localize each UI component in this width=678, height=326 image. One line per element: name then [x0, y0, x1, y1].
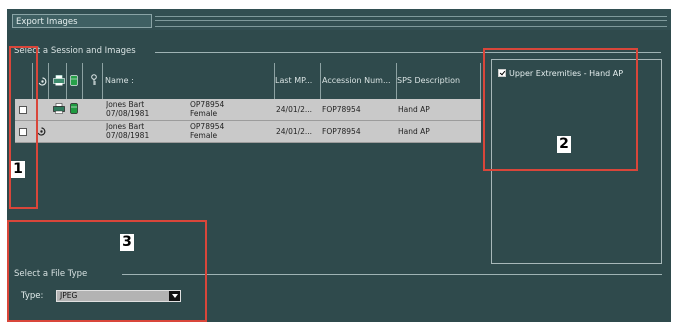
column-header-name[interactable]: Name : [105, 63, 255, 99]
accession-cell: FOP78954 [322, 105, 361, 114]
accession-cell: FOP78954 [322, 127, 361, 136]
burn-status-icon [37, 127, 46, 136]
patient-dob: 07/08/1981 [106, 131, 150, 140]
title-bar: Export Images [7, 9, 671, 30]
column-header-last-mpps[interactable]: Last MP... [275, 63, 319, 99]
print-status-icon [53, 75, 65, 86]
burn-status-icon [38, 77, 47, 86]
patient-sex: Female [190, 131, 218, 140]
grid-header: Name : Last MP... Accession Num... SPS D… [15, 63, 481, 99]
callout-number-2: 2 [557, 136, 571, 153]
table-row[interactable]: Jones Bart 07/08/1981 OP78954 Female 24/… [15, 121, 481, 143]
patient-name-cell: Jones Bart 07/08/1981 [106, 100, 186, 121]
callout-box-3 [7, 220, 207, 322]
print-status-icon [53, 103, 65, 114]
patient-sex: Female [190, 109, 218, 118]
patient-name: Jones Bart [106, 100, 145, 109]
patient-id-cell: OP78954 Female [190, 100, 270, 121]
sps-description-cell: Hand AP [398, 105, 430, 114]
patient-id-cell: OP78954 Female [190, 122, 270, 143]
screenshot-root: Export Images Select a Session and Image… [0, 0, 678, 326]
last-mpps-cell: 24/01/2... [276, 127, 313, 136]
window-title: Export Images [12, 14, 152, 28]
column-header-accession[interactable]: Accession Num... [322, 63, 397, 99]
callout-number-1: 1 [11, 161, 25, 178]
patient-dob: 07/08/1981 [106, 109, 150, 118]
patient-id: OP78954 [190, 100, 225, 109]
sps-description-cell: Hand AP [398, 127, 430, 136]
patient-id: OP78954 [190, 122, 225, 131]
callout-number-3: 3 [120, 234, 134, 251]
title-decoration [155, 16, 667, 27]
column-header-sps-description[interactable]: SPS Description [397, 63, 477, 99]
patient-name: Jones Bart [106, 122, 145, 131]
key-icon [91, 74, 97, 85]
archive-status-icon [70, 103, 78, 114]
archive-status-icon [70, 75, 78, 86]
callout-box-1 [9, 46, 38, 209]
last-mpps-cell: 24/01/2... [276, 105, 313, 114]
table-row[interactable]: Jones Bart 07/08/1981 OP78954 Female 24/… [15, 99, 481, 121]
patient-name-cell: Jones Bart 07/08/1981 [106, 122, 186, 143]
